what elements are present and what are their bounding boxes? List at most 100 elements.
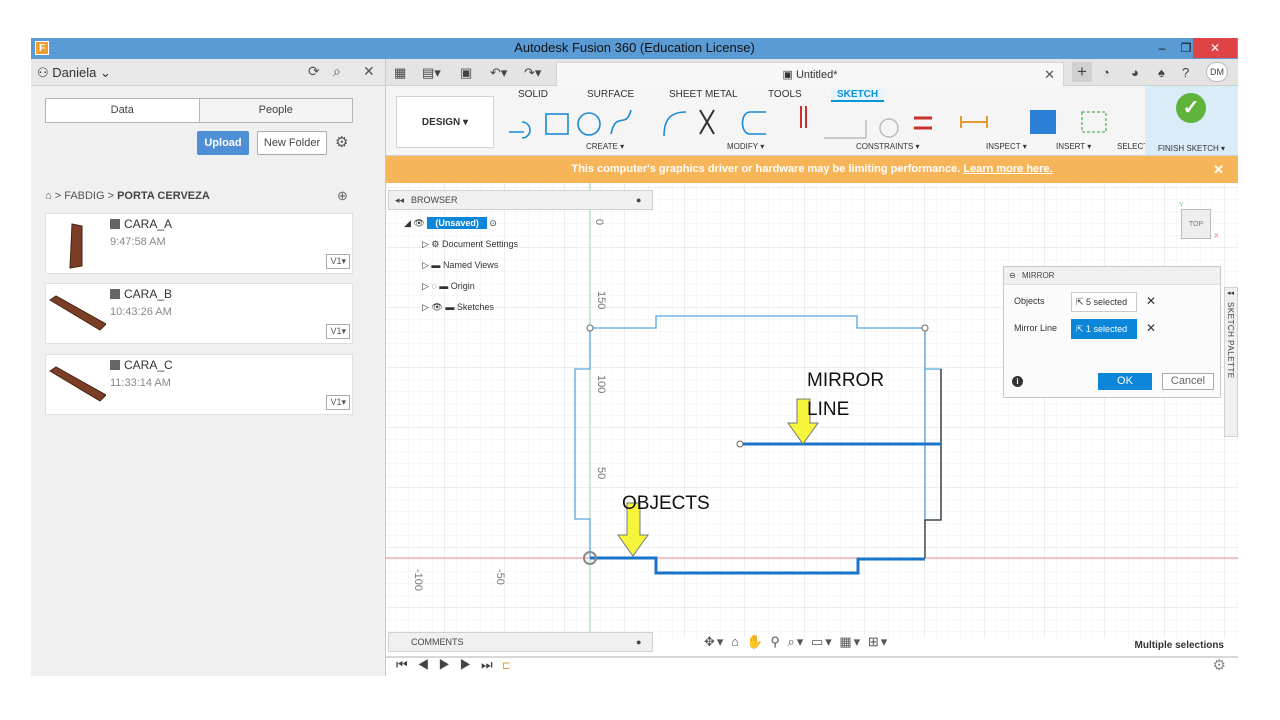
finish-sketch-button[interactable]: ✓ FINISH SKETCH ▾ <box>1145 86 1238 155</box>
workspace-switcher[interactable]: DESIGN ▾ <box>396 96 494 148</box>
eye-icon[interactable]: 👁 <box>431 302 445 312</box>
gear-icon[interactable]: ⚙ <box>335 133 348 151</box>
tab-people[interactable]: People <box>198 99 352 122</box>
refresh-icon[interactable]: ⟳ <box>308 63 320 80</box>
tab-sheet-metal[interactable]: SHEET METAL <box>669 89 738 100</box>
display-settings-icon[interactable]: ▭▾ <box>811 634 834 649</box>
browser-item-document-settings[interactable]: ▷ ⚙ Document Settings <box>422 239 518 250</box>
close-tab-icon[interactable]: ✕ <box>1044 67 1055 83</box>
grid-menu-icon[interactable]: ▦ <box>394 65 406 81</box>
first-icon[interactable]: ⏮ <box>396 657 411 672</box>
file-card[interactable]: CARA_A 9:47:58 AM V1▾ <box>45 213 353 274</box>
zoom-icon[interactable]: ⚲ <box>770 634 782 649</box>
fit-icon[interactable]: ⌕▾ <box>788 634 806 649</box>
job-status-icon[interactable]: ◕ <box>1131 65 1139 80</box>
dismiss-warning-icon[interactable]: ✕ <box>1213 156 1224 183</box>
ok-button[interactable]: OK <box>1098 373 1152 390</box>
file-menu-icon[interactable]: ▤▾ <box>422 65 441 81</box>
objects-selection[interactable]: ⇱ 5 selected <box>1071 292 1137 312</box>
modify-menu[interactable]: MODIFY ▾ <box>727 142 764 151</box>
radio-icon[interactable]: ⊙ <box>487 218 497 228</box>
horizontal-constraint-icon[interactable] <box>824 120 867 139</box>
browser-item-named-views[interactable]: ▷ ▬ Named Views <box>422 260 498 271</box>
sketch-point[interactable] <box>736 440 744 448</box>
offset-icon[interactable] <box>741 111 767 135</box>
search-icon[interactable]: ⌕ <box>333 63 341 80</box>
help-icon[interactable]: ? <box>1182 65 1189 80</box>
grid-settings-icon[interactable]: ▦▾ <box>839 634 862 649</box>
pin-icon[interactable]: ● <box>636 633 641 651</box>
close-icon[interactable]: ✕ <box>363 63 375 80</box>
browser-panel-header[interactable]: ◂◂ BROWSER ● <box>388 190 653 210</box>
clear-mirror-line-icon[interactable]: ✕ <box>1146 321 1156 335</box>
sketch-palette[interactable]: ◂◂ SKETCH PALETTE <box>1224 287 1238 437</box>
breadcrumb-item[interactable]: FABDIG <box>64 190 104 202</box>
create-menu[interactable]: CREATE ▾ <box>586 142 624 151</box>
info-icon[interactable]: i <box>1012 376 1023 387</box>
sketch-point[interactable] <box>586 324 594 332</box>
insert-menu[interactable]: INSERT ▾ <box>1056 142 1091 151</box>
rectangle-icon[interactable] <box>545 113 569 135</box>
globe-icon[interactable]: ⊕ <box>337 188 348 204</box>
trim-icon[interactable] <box>699 109 715 135</box>
redo-icon[interactable]: ↷▾ <box>524 65 541 81</box>
new-folder-button[interactable]: New Folder <box>257 131 327 155</box>
fillet-icon[interactable] <box>663 111 687 137</box>
cancel-button[interactable]: Cancel <box>1162 373 1214 390</box>
pan-icon[interactable]: ✋ <box>747 634 765 649</box>
file-card[interactable]: CARA_C 11:33:14 AM V1▾ <box>45 354 353 415</box>
equal-icon[interactable] <box>914 116 932 130</box>
collapse-dialog-icon[interactable]: ⊖ <box>1009 267 1016 285</box>
mirror-line-selection[interactable]: ⇱ 1 selected <box>1071 319 1137 339</box>
sketch-point[interactable] <box>921 324 929 332</box>
orbit-icon[interactable]: ✥▾ <box>704 634 725 649</box>
timeline-settings-icon[interactable]: ⚙ <box>1213 656 1226 674</box>
inspect-menu[interactable]: INSPECT ▾ <box>986 142 1027 151</box>
tab-surface[interactable]: SURFACE <box>587 89 634 100</box>
close-button[interactable]: ✕ <box>1193 38 1237 58</box>
extensions-icon[interactable]: ◔ <box>1102 65 1110 80</box>
browser-root-node[interactable]: ◢ 👁 (Unsaved) ⊙ <box>404 217 497 229</box>
save-icon[interactable]: ▣ <box>460 65 472 81</box>
browser-item-sketches[interactable]: ▷ 👁 ▬ Sketches <box>422 302 494 313</box>
viewports-icon[interactable]: ⊞▾ <box>868 634 889 649</box>
file-card[interactable]: CARA_B 10:43:26 AM V1▾ <box>45 283 353 344</box>
look-at-icon[interactable]: ⌂ <box>731 634 741 649</box>
select-icon[interactable] <box>1081 111 1107 133</box>
tangent-icon[interactable] <box>879 118 899 138</box>
expand-icon[interactable]: ◂◂ <box>1227 289 1234 297</box>
learn-more-link[interactable]: Learn more here. <box>963 163 1052 175</box>
avatar[interactable]: DM <box>1206 62 1228 82</box>
browser-item-origin[interactable]: ▷ ◌ ▬ Origin <box>422 281 475 292</box>
tab-tools[interactable]: TOOLS <box>768 89 802 100</box>
circle-icon[interactable] <box>577 112 601 136</box>
sketch-feature-icon[interactable]: ⊏ <box>502 657 513 672</box>
last-icon[interactable]: ⏭ <box>481 657 496 672</box>
constraints-menu[interactable]: CONSTRAINTS ▾ <box>856 142 920 151</box>
home-icon[interactable]: ⌂ <box>45 190 52 202</box>
pin-icon[interactable]: ● <box>636 191 641 209</box>
tab-data[interactable]: Data <box>46 99 199 122</box>
user-menu[interactable]: ⚇ Daniela ⌄ <box>37 65 111 81</box>
upload-button[interactable]: Upload <box>197 131 249 155</box>
collapse-icon[interactable]: ◂◂ <box>395 191 404 209</box>
clear-objects-icon[interactable]: ✕ <box>1146 294 1156 308</box>
undo-icon[interactable]: ↶▾ <box>490 65 507 81</box>
version-badge[interactable]: V1▾ <box>326 395 350 410</box>
new-tab-button[interactable]: + <box>1072 62 1092 82</box>
previous-icon[interactable]: ◀ <box>417 657 432 672</box>
view-cube[interactable]: TOP <box>1181 209 1211 239</box>
spline-icon[interactable] <box>610 109 632 135</box>
play-icon[interactable]: ▶ <box>439 657 454 672</box>
version-badge[interactable]: V1▾ <box>326 324 350 339</box>
comments-panel[interactable]: COMMENTS ● <box>388 632 653 652</box>
document-tab[interactable]: ▣ Untitled* ✕ <box>556 62 1064 86</box>
notifications-icon[interactable]: ♠ <box>1158 65 1165 80</box>
insert-image-icon[interactable] <box>1030 110 1056 134</box>
next-icon[interactable]: ▶ <box>460 657 475 672</box>
tab-solid[interactable]: SOLID <box>518 89 548 100</box>
mirror-dialog-header[interactable]: ⊖ MIRROR <box>1004 267 1220 285</box>
coincident-icon[interactable] <box>800 106 807 128</box>
project-icon[interactable] <box>509 121 531 139</box>
version-badge[interactable]: V1▾ <box>326 254 350 269</box>
